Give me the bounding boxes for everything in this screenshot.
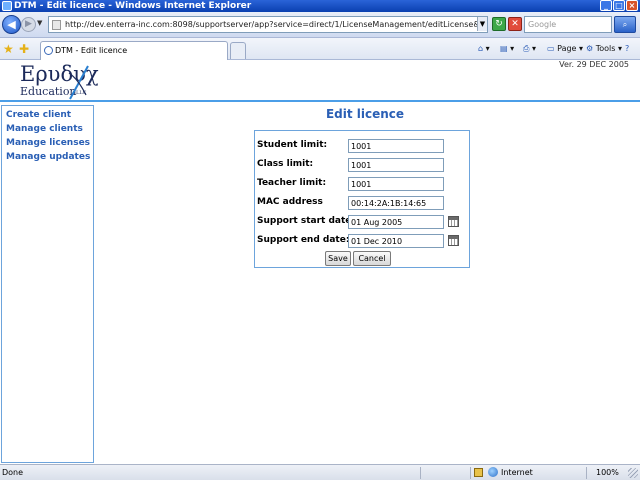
page-title: Edit licence (325, 107, 405, 121)
support-end-date-input[interactable] (348, 234, 444, 248)
form-row-mac-address: MAC address (255, 194, 471, 212)
sidebar-item-manage-licenses[interactable]: Manage licenses (2, 136, 93, 150)
support-start-date-input[interactable] (348, 215, 444, 229)
status-divider (470, 467, 471, 479)
page-content: Ερυδυχ Education LLC Ver. 29 DEC 2005 Cr… (0, 60, 640, 464)
student-limit-input[interactable] (348, 139, 444, 153)
add-favorite-icon[interactable]: ✚ (19, 42, 29, 56)
favorites-star-icon[interactable]: ★ (3, 42, 14, 56)
calendar-icon[interactable] (448, 216, 459, 227)
status-text: Done (2, 468, 24, 477)
sidebar: Create client Manage clients Manage lice… (1, 105, 94, 463)
resize-grip-icon[interactable] (628, 468, 638, 478)
help-icon[interactable]: ? (625, 44, 629, 53)
sidebar-item-create-client[interactable]: Create client (2, 108, 93, 122)
form-row-student-limit: Student limit: (255, 137, 471, 155)
status-bar: Done Internet 100% (0, 464, 640, 480)
protected-mode-icon (474, 468, 483, 477)
tools-menu[interactable]: ⚙ Tools ▾ (586, 44, 622, 53)
window-titlebar: DTM - Edit licence - Windows Internet Ex… (0, 0, 640, 12)
history-dropdown-icon[interactable]: ▼ (37, 19, 45, 29)
form-row-teacher-limit: Teacher limit: (255, 175, 471, 193)
erudux-logo: Ερυδυχ Education LLC (14, 63, 99, 101)
forward-arrow-icon[interactable]: ▶ (21, 17, 36, 32)
mac-address-label: MAC address (257, 197, 323, 207)
status-divider (420, 467, 421, 479)
version-label: Ver. 29 DEC 2005 (559, 60, 629, 69)
student-limit-label: Student limit: (257, 140, 328, 150)
sidebar-item-manage-clients[interactable]: Manage clients (2, 122, 93, 136)
search-icon[interactable]: ⌕ (614, 16, 636, 33)
page-icon: ▭ (547, 44, 555, 53)
tools-gear-icon: ⚙ (586, 44, 594, 53)
stop-icon[interactable]: ✕ (508, 17, 522, 31)
cancel-button[interactable]: Cancel (353, 251, 391, 266)
tab-edit-licence[interactable]: DTM - Edit licence (40, 41, 228, 60)
page-icon (52, 20, 61, 30)
internet-zone-icon (488, 467, 498, 477)
new-tab-button[interactable] (230, 42, 246, 59)
address-dropdown-icon[interactable]: ▼ (477, 17, 487, 31)
teacher-limit-input[interactable] (348, 177, 444, 191)
address-toolbar: ◀ ▶ ▼ http://dev.enterra-inc.com:8098/su… (0, 12, 640, 38)
page-menu[interactable]: ▭ Page ▾ (547, 44, 583, 53)
class-limit-input[interactable] (348, 158, 444, 172)
class-limit-label: Class limit: (257, 159, 314, 169)
logo-swoosh-icon (68, 65, 89, 100)
address-input[interactable]: http://dev.enterra-inc.com:8098/supports… (48, 16, 488, 33)
support-start-label: Support start date: (257, 216, 355, 226)
form-row-support-start: Support start date: (255, 213, 471, 231)
edit-licence-form: Student limit: Class limit: Teacher limi… (254, 130, 470, 268)
back-arrow-icon[interactable]: ◀ (2, 15, 21, 34)
form-row-class-limit: Class limit: (255, 156, 471, 174)
save-button[interactable]: Save (325, 251, 351, 266)
status-divider (586, 467, 587, 479)
sidebar-item-manage-updates[interactable]: Manage updates (2, 150, 93, 164)
refresh-icon[interactable]: ↻ (492, 17, 506, 31)
search-input[interactable]: Google (524, 16, 612, 33)
minimize-button[interactable]: _ (600, 0, 612, 11)
security-zone: Internet (501, 468, 533, 477)
maximize-button[interactable]: □ (613, 0, 625, 11)
teacher-limit-label: Teacher limit: (257, 178, 327, 188)
address-text: http://dev.enterra-inc.com:8098/supports… (65, 20, 488, 29)
print-icon[interactable]: ⎙ ▾ (523, 44, 536, 54)
window-title: DTM - Edit licence - Windows Internet Ex… (14, 1, 252, 11)
tab-title: DTM - Edit licence (55, 46, 128, 55)
feeds-icon[interactable]: ▤ ▾ (500, 44, 514, 53)
support-end-label: Support end date: (257, 235, 350, 245)
mac-address-input[interactable] (348, 196, 444, 210)
ie-app-icon (2, 1, 12, 11)
close-button[interactable]: × (626, 0, 638, 11)
tab-command-bar: ★ ✚ DTM - Edit licence ⌂ ▾ ▤ ▾ ⎙ ▾ ▭ Pag… (0, 38, 640, 60)
header-divider (0, 100, 640, 102)
zoom-level[interactable]: 100% (596, 468, 619, 477)
window-controls: _ □ × (600, 0, 638, 11)
home-icon[interactable]: ⌂ ▾ (478, 44, 490, 53)
form-row-support-end: Support end date: (255, 232, 471, 250)
calendar-icon[interactable] (448, 235, 459, 246)
tab-page-icon (44, 46, 53, 55)
